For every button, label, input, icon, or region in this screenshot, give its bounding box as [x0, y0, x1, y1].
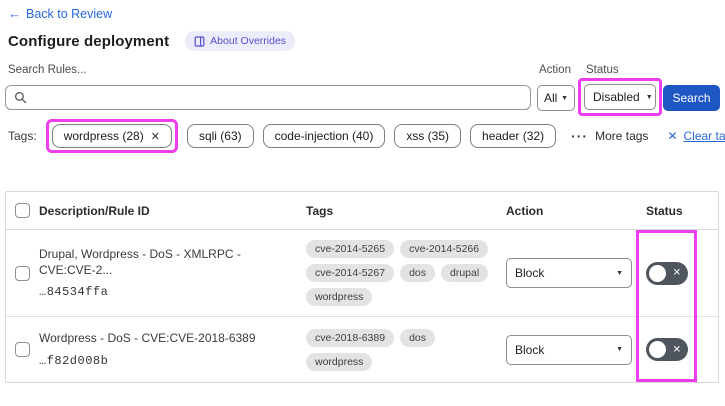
rule-description: Wordpress - DoS - CVE:CVE-2018-6389 [39, 331, 256, 346]
table-header-row: Description/Rule ID Tags Action Status [6, 192, 718, 230]
tag-chip-sqli[interactable]: sqli (63) [186, 124, 254, 148]
tag-pill: cve-2014-5265 [306, 240, 395, 258]
rule-tags: cve-2018-6389 dos wordpress [306, 328, 506, 371]
rules-table: Description/Rule ID Tags Action Status D… [5, 191, 719, 383]
toggle-off-icon: ✕ [672, 267, 681, 279]
toggle-knob [649, 264, 666, 282]
close-icon: ✕ [667, 129, 678, 143]
rule-id: …f82d008b [39, 353, 109, 368]
status-filter-dropdown[interactable]: Disabled ▼ [584, 84, 656, 110]
tag-chip-label: code-injection (40) [274, 129, 374, 143]
back-arrow-icon: ← [8, 6, 21, 21]
configure-deployment-page: ← Back to Review Configure deployment Ab… [0, 0, 725, 406]
toggle-knob [649, 341, 666, 358]
search-button[interactable]: Search [663, 85, 720, 111]
action-dropdown[interactable]: Block ▼ [506, 258, 632, 288]
chevron-down-icon: ▼ [561, 94, 568, 102]
status-filter-label: Status [586, 64, 619, 76]
clear-tags-link[interactable]: ✕ Clear tags [667, 129, 725, 143]
rule-id: …84534ffa [39, 285, 109, 300]
action-dropdown[interactable]: Block ▼ [506, 334, 632, 365]
tag-pill: wordpress [306, 288, 373, 306]
tag-chip-xss[interactable]: xss (35) [394, 124, 462, 148]
tag-chip-label: wordpress (28) [63, 129, 144, 143]
status-toggle[interactable]: ✕ [646, 261, 688, 285]
title-row: Configure deployment About Overrides [8, 31, 296, 51]
tag-pill: cve-2014-5267 [306, 264, 395, 282]
tag-pill: cve-2014-5266 [400, 240, 489, 258]
status-filter-value: Disabled [593, 90, 640, 104]
action-filter-dropdown[interactable]: All ▼ [537, 85, 575, 111]
tag-chip-label: sqli (63) [198, 129, 242, 143]
tag-pill: drupal [441, 264, 489, 282]
action-filter-label: Action [539, 64, 571, 76]
highlight-box-status-dropdown: Disabled ▼ [578, 78, 662, 116]
page-title: Configure deployment [8, 32, 170, 50]
close-icon[interactable]: ✕ [151, 130, 160, 143]
column-header-action: Action [506, 203, 544, 218]
search-rules-box [5, 85, 531, 110]
search-rules-input[interactable] [33, 90, 522, 105]
search-icon [14, 91, 27, 104]
column-header-status: Status [646, 203, 683, 218]
tag-pill: cve-2018-6389 [306, 328, 395, 347]
toggle-off-icon: ✕ [672, 344, 681, 355]
table-row: Wordpress - DoS - CVE:CVE-2018-6389 …f82… [6, 317, 718, 382]
chevron-down-icon: ▼ [645, 93, 653, 101]
tag-chip-label: xss (35) [406, 129, 450, 143]
about-overrides-label: About Overrides [210, 35, 287, 47]
tag-pill: dos [400, 264, 435, 282]
tag-pill: dos [400, 328, 435, 347]
clear-tags-label: Clear tags [683, 129, 725, 143]
tag-chip-wordpress[interactable]: wordpress (28) ✕ [51, 124, 172, 148]
tag-pill: wordpress [306, 352, 373, 371]
search-rules-label: Search Rules... [8, 64, 87, 76]
column-header-description: Description/Rule ID [39, 203, 150, 218]
more-tags-button[interactable]: ··· More tags [571, 128, 648, 144]
about-overrides-badge[interactable]: About Overrides [185, 31, 296, 51]
row-checkbox[interactable] [15, 265, 30, 281]
rule-tags: cve-2014-5265 cve-2014-5266 cve-2014-526… [306, 240, 506, 306]
status-toggle[interactable]: ✕ [646, 338, 688, 361]
more-tags-label: More tags [595, 129, 649, 143]
column-header-tags: Tags [306, 203, 334, 218]
table-row: Drupal, Wordpress - DoS - XMLRPC - CVE:C… [6, 230, 718, 317]
back-link-label: Back to Review [26, 6, 113, 21]
tag-chip-label: header (32) [482, 129, 545, 143]
row-checkbox[interactable] [15, 342, 30, 357]
select-all-checkbox[interactable] [15, 203, 30, 218]
action-value: Block [515, 266, 545, 280]
action-filter-value: All [544, 91, 558, 105]
tag-chip-header[interactable]: header (32) [470, 124, 557, 148]
tags-bar-label: Tags: [8, 129, 37, 143]
rule-description: Drupal, Wordpress - DoS - XMLRPC - CVE:C… [39, 246, 241, 277]
chevron-down-icon: ▼ [616, 346, 623, 353]
tags-bar: Tags: wordpress (28) ✕ sqli (63) code-in… [8, 119, 725, 153]
tag-chip-code-injection[interactable]: code-injection (40) [262, 124, 386, 148]
back-to-review-link[interactable]: ← Back to Review [8, 6, 112, 21]
chevron-down-icon: ▼ [616, 269, 623, 277]
ellipsis-icon: ··· [571, 128, 589, 144]
action-value: Block [515, 342, 545, 357]
highlight-box-wordpress-chip: wordpress (28) ✕ [45, 119, 178, 153]
document-icon [194, 35, 205, 47]
